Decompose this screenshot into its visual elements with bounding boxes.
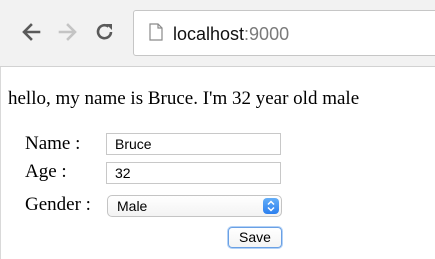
gender-selected-value: Male [117,198,148,214]
greeting-text: hello, my name is Bruce. I'm 32 year old… [8,88,360,109]
reload-icon [95,22,115,42]
back-arrow-icon [21,23,41,41]
save-button[interactable]: Save [228,227,282,248]
address-bar[interactable]: localhost:9000 [133,10,435,56]
back-button[interactable] [20,20,42,44]
name-label: Name : [25,133,81,154]
gender-label: Gender : [25,194,91,215]
age-input[interactable] [106,162,281,184]
url-port: :9000 [244,24,290,44]
window-edge [0,67,1,259]
age-label: Age : [25,161,67,182]
page-icon [149,23,163,46]
name-input[interactable] [106,133,281,155]
gender-select[interactable]: Male [107,195,282,217]
url-host: localhost [173,24,245,44]
forward-button[interactable] [57,20,79,44]
forward-arrow-icon [58,23,78,41]
reload-button[interactable] [94,20,116,44]
browser-toolbar: localhost:9000 [0,0,435,67]
select-arrows-icon [263,198,279,214]
url-text: localhost:9000 [173,24,289,44]
page-content: hello, my name is Bruce. I'm 32 year old… [0,67,435,259]
